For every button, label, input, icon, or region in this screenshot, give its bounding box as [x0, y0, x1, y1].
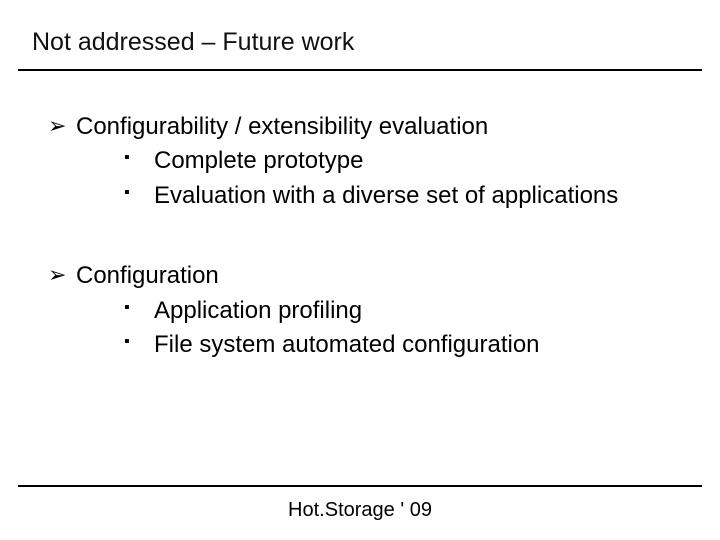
footer: Hot.Storage ' 09: [18, 485, 702, 522]
list-item: ▪ File system automated configuration: [124, 329, 690, 361]
footer-divider: [18, 485, 702, 487]
list-item: ➢ Configurability / extensibility evalua…: [48, 111, 690, 212]
bullet-text: File system automated configuration: [154, 329, 540, 361]
bullet-list: ➢ Configurability / extensibility evalua…: [48, 111, 690, 361]
bullet-text: Configurability / extensibility evaluati…: [76, 111, 488, 143]
footer-text: Hot.Storage ' 09: [18, 495, 702, 522]
square-icon: ▪: [124, 145, 154, 171]
arrow-icon: ➢: [48, 111, 76, 141]
list-item: ▪ Complete prototype: [124, 145, 690, 177]
title-area: Not addressed – Future work: [0, 0, 720, 65]
list-item: ▪ Application profiling: [124, 295, 690, 327]
slide: Not addressed – Future work ➢ Configurab…: [0, 0, 720, 540]
list-item: ➢ Configuration ▪ Application profiling …: [48, 260, 690, 361]
bullet-text: Evaluation with a diverse set of applica…: [154, 180, 618, 212]
sub-list: ▪ Application profiling ▪ File system au…: [124, 295, 690, 362]
square-icon: ▪: [124, 295, 154, 321]
bullet-text: Configuration: [76, 260, 219, 292]
square-icon: ▪: [124, 329, 154, 355]
bullet-text: Application profiling: [154, 295, 362, 327]
sub-list: ▪ Complete prototype ▪ Evaluation with a…: [124, 145, 690, 212]
slide-title: Not addressed – Future work: [32, 28, 720, 57]
bullet-text: Complete prototype: [154, 145, 363, 177]
square-icon: ▪: [124, 180, 154, 206]
list-item: ▪ Evaluation with a diverse set of appli…: [124, 180, 690, 212]
slide-content: ➢ Configurability / extensibility evalua…: [0, 71, 720, 361]
arrow-icon: ➢: [48, 260, 76, 290]
